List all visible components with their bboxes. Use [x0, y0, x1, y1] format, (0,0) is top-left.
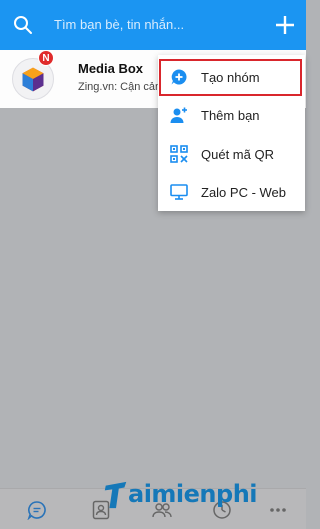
- menu-item-add-friend[interactable]: Thêm bạn: [158, 97, 305, 133]
- conversation-name: Media Box: [78, 61, 144, 76]
- menu-label: Zalo PC - Web: [201, 184, 287, 200]
- watermark-text: aimienphi: [128, 480, 258, 508]
- menu-item-qr-scan[interactable]: Quét mã QR: [158, 136, 305, 172]
- search-input[interactable]: Tìm bạn bè, tin nhắn...: [54, 17, 184, 32]
- notification-badge: N: [38, 50, 54, 66]
- menu-label: Quét mã QR: [201, 146, 274, 162]
- watermark: aimienphi: [102, 476, 302, 516]
- add-friend-icon: [170, 107, 187, 123]
- conversation-preview: Zing.vn: Cận cảnh: [78, 81, 164, 93]
- watermark-logo-icon: [104, 481, 127, 509]
- plus-icon[interactable]: [274, 14, 296, 36]
- search-icon[interactable]: [13, 15, 33, 35]
- menu-item-zalo-pc-web[interactable]: Zalo PC - Web: [158, 174, 305, 210]
- messages-icon[interactable]: [27, 500, 47, 520]
- highlight-box: [159, 59, 302, 96]
- qr-scan-icon: [170, 145, 188, 163]
- top-bar: Tìm bạn bè, tin nhắn...: [0, 0, 306, 50]
- menu-label: Thêm bạn: [201, 107, 260, 123]
- desktop-icon: [170, 184, 188, 200]
